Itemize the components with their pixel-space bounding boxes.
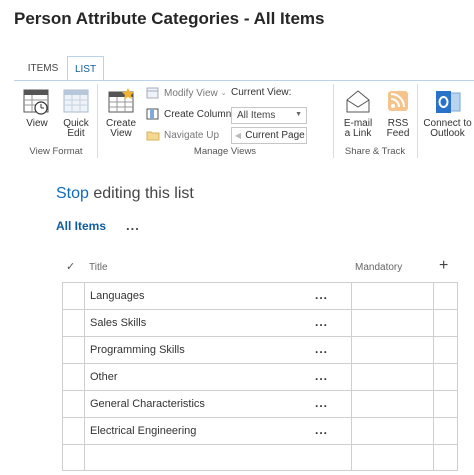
row-mandatory[interactable] [351, 364, 434, 390]
edit-bar-text: editing this list [88, 185, 194, 202]
row-select[interactable] [63, 418, 85, 444]
row-select[interactable] [63, 391, 85, 417]
row-mandatory[interactable] [351, 418, 434, 444]
quick-edit-label: Quick Edit [63, 118, 89, 139]
row-title[interactable]: Sales Skills [90, 317, 146, 329]
rss-feed-button[interactable]: RSS Feed [381, 88, 415, 139]
row-mandatory[interactable] [351, 445, 434, 470]
current-view-value: All Items [237, 110, 276, 121]
envelope-icon [346, 90, 370, 113]
current-view-label: Current View: [231, 87, 292, 98]
view-button[interactable]: View [21, 88, 53, 129]
view-tab-all-items[interactable]: All Items [56, 219, 106, 233]
quick-edit-button[interactable]: Quick Edit [59, 88, 93, 139]
create-column-label: Create Column [164, 108, 232, 120]
chevron-down-icon: ⌄ [220, 90, 227, 97]
create-column-icon [146, 108, 159, 120]
table-row[interactable]: Programming Skills ... [63, 336, 457, 363]
current-view-select[interactable]: All Items ▼ [231, 107, 307, 124]
modify-view-button[interactable]: Modify View ⌄ [146, 87, 227, 99]
create-column-button[interactable]: Create Column [146, 108, 231, 120]
list-grid: Languages ... Sales Skills ... Programmi… [62, 282, 458, 471]
rss-feed-label: RSS Feed [386, 118, 410, 139]
view-label: View [26, 118, 48, 129]
modify-view-icon [146, 87, 159, 99]
table-row[interactable]: Other ... [63, 363, 457, 390]
table-row[interactable]: Sales Skills ... [63, 309, 457, 336]
tab-list[interactable]: LIST [67, 56, 104, 81]
connect-outlook-button[interactable]: Connect to Outlook [421, 88, 474, 139]
quick-edit-icon [63, 89, 89, 113]
create-view-label: Create View [106, 118, 137, 139]
row-mandatory[interactable] [351, 337, 434, 363]
manage-views-group-label: Manage Views [193, 146, 257, 157]
table-row[interactable]: Electrical Engineering ... [63, 417, 457, 444]
dropdown-arrow-icon: ▼ [295, 111, 302, 118]
column-header-title[interactable]: Title [89, 262, 108, 273]
more-views-icon[interactable]: ... [126, 218, 140, 233]
email-link-label: E-mail a Link [343, 118, 373, 139]
group-separator [97, 84, 98, 158]
row-title[interactable]: Other [90, 371, 118, 383]
stop-editing-link[interactable]: Stop [56, 185, 89, 202]
add-column-icon[interactable]: + [439, 257, 448, 275]
create-view-button[interactable]: Create View [103, 88, 139, 139]
connect-outlook-label: Connect to Outlook [423, 118, 472, 139]
row-mandatory[interactable] [351, 283, 434, 309]
row-select[interactable] [63, 364, 85, 390]
row-title[interactable]: Electrical Engineering [90, 425, 196, 437]
row-title[interactable]: General Characteristics [90, 398, 205, 410]
row-title[interactable]: Programming Skills [90, 344, 185, 356]
view-icon [23, 89, 49, 115]
navigate-up-label: Navigate Up [164, 129, 220, 141]
email-link-button[interactable]: E-mail a Link [338, 88, 378, 139]
row-menu-icon[interactable]: ... [315, 423, 328, 437]
row-select[interactable] [63, 445, 85, 470]
rss-icon [388, 91, 408, 111]
group-separator [333, 84, 334, 158]
prev-page-icon[interactable]: ◀ [232, 131, 244, 140]
row-menu-icon[interactable]: ... [315, 369, 328, 383]
folder-up-icon [146, 131, 160, 141]
share-track-group-label: Share & Track [344, 146, 406, 157]
row-mandatory[interactable] [351, 310, 434, 336]
row-mandatory[interactable] [351, 391, 434, 417]
row-menu-icon[interactable]: ... [315, 288, 328, 302]
table-row-new[interactable] [63, 444, 457, 470]
current-page-label: Current Page [245, 130, 305, 141]
tab-items[interactable]: ITEMS [22, 56, 64, 80]
page-title: Person Attribute Categories - All Items [14, 9, 325, 28]
create-view-icon [108, 88, 134, 113]
row-menu-icon[interactable]: ... [315, 315, 328, 329]
row-select[interactable] [63, 337, 85, 363]
column-header-mandatory[interactable]: Mandatory [355, 262, 402, 273]
table-row[interactable]: General Characteristics ... [63, 390, 457, 417]
row-select[interactable] [63, 310, 85, 336]
outlook-icon [435, 91, 460, 113]
current-page-pager: ◀ Current Page [231, 127, 307, 144]
group-separator [417, 84, 418, 158]
table-row[interactable]: Languages ... [63, 282, 457, 309]
navigate-up-button[interactable]: Navigate Up [146, 129, 219, 141]
row-menu-icon[interactable]: ... [315, 342, 328, 356]
row-title[interactable]: Languages [90, 290, 144, 302]
edit-bar: Stop editing this list [56, 185, 194, 203]
row-menu-icon[interactable]: ... [315, 396, 328, 410]
view-format-group-label: View Format [29, 146, 83, 157]
row-select[interactable] [63, 283, 85, 309]
modify-view-label: Modify View [164, 87, 218, 99]
ribbon-divider [14, 80, 474, 81]
select-all-checkbox[interactable]: ✓ [66, 260, 75, 273]
